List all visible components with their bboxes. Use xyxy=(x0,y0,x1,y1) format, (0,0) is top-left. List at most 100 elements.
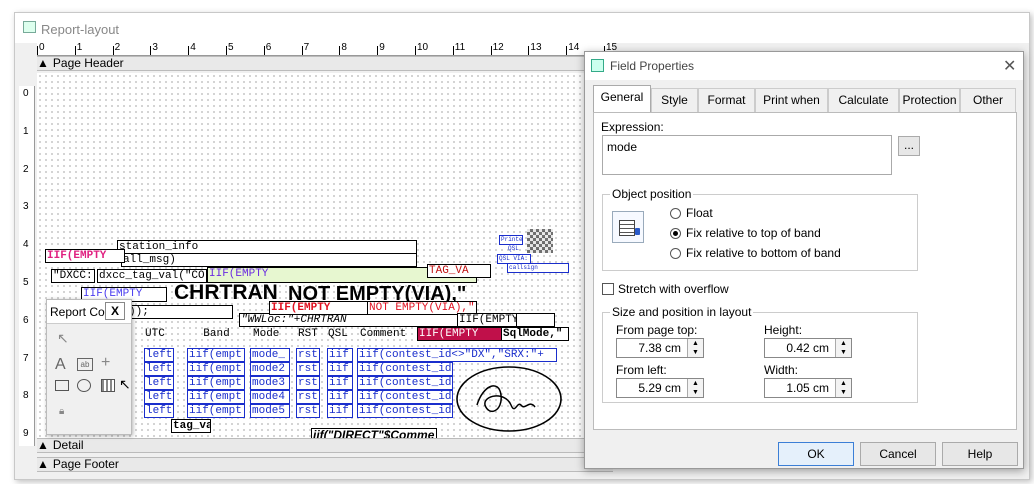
from-top-label: From page top: xyxy=(616,323,698,337)
line-tool-icon[interactable]: + xyxy=(101,354,110,372)
page-footer-band[interactable]: ▲ Page Footer xyxy=(37,457,613,472)
iif-empt-field[interactable]: iif(empt xyxy=(187,362,245,376)
tab-style[interactable]: Style xyxy=(651,88,698,112)
ruler-mark: 8 xyxy=(23,390,29,402)
col-rst[interactable]: RST xyxy=(297,328,325,343)
ruler-mark: 0 xyxy=(39,42,45,53)
float-radio[interactable] xyxy=(670,208,681,219)
expression-input[interactable]: mode xyxy=(602,135,892,175)
tab-protection[interactable]: Protection xyxy=(899,88,960,112)
left-field[interactable]: left( xyxy=(144,376,174,390)
iif-empt-field[interactable]: iif(empt xyxy=(187,404,245,418)
toolbox-titlebar[interactable]: Report Co X xyxy=(47,300,131,324)
left-field[interactable]: left( xyxy=(144,362,174,376)
rst-field[interactable]: rst xyxy=(296,362,320,376)
contest-field[interactable]: iif(contest_id xyxy=(357,376,453,390)
fix-top-radio[interactable] xyxy=(670,228,681,239)
mouse-cursor-icon: ↖ xyxy=(119,376,131,392)
iif-empty-red-field[interactable]: IIF(EMPTY xyxy=(269,301,369,315)
tab-format[interactable]: Format xyxy=(698,88,755,112)
iif-short-field[interactable]: iif xyxy=(327,404,353,418)
spinner-arrows-icon[interactable]: ▲ ▼ xyxy=(835,339,851,357)
pointer-tool-icon[interactable]: ↖ xyxy=(57,330,69,347)
station-info-field[interactable]: station_info xyxy=(117,240,417,254)
ruler-mark: 12 xyxy=(492,42,504,53)
mode-field[interactable]: mode3 xyxy=(250,376,290,390)
iif-empt-field[interactable]: iif(empt xyxy=(187,390,245,404)
mode-field[interactable]: mode5 xyxy=(250,404,290,418)
ruler-mark: 3 xyxy=(152,42,158,53)
iif-short-field[interactable]: iif xyxy=(327,376,353,390)
left-field[interactable]: left( xyxy=(144,348,174,362)
col-utc[interactable]: UTC xyxy=(144,328,180,343)
left-field[interactable]: left( xyxy=(144,390,174,404)
paren-tail-field[interactable]: )); xyxy=(127,305,233,319)
iif-short-field[interactable]: iif xyxy=(327,390,353,404)
spinner-arrows-icon[interactable]: ▲ ▼ xyxy=(687,339,703,357)
iif-short-field[interactable]: iif xyxy=(327,348,353,362)
tag-val-field[interactable]: tag_val xyxy=(171,419,211,433)
ruler-tick xyxy=(188,46,190,55)
contest-field[interactable]: iif(contest_id xyxy=(357,404,453,418)
height-spinner[interactable]: 0.42 cm ▲ ▼ xyxy=(764,338,852,358)
rst-field[interactable]: rst xyxy=(296,376,320,390)
height-value: 0.42 cm xyxy=(786,341,829,355)
toolbox-close-button[interactable]: X xyxy=(105,302,125,320)
col-qsl[interactable]: QSL xyxy=(327,328,355,343)
horizontal-ruler: 0 1 2 3 4 5 6 7 8 9 10 11 12 13 14 15 xyxy=(37,40,617,56)
rst-field[interactable]: rst xyxy=(296,390,320,404)
rounded-rect-tool-icon[interactable] xyxy=(77,379,91,392)
picture-tool-icon[interactable] xyxy=(101,379,115,392)
cancel-button[interactable]: Cancel xyxy=(860,442,936,466)
contest-field[interactable]: iif(contest_id xyxy=(357,362,453,376)
field-properties-dialog: Field Properties ✕ General Style Format Pri… xyxy=(584,51,1024,469)
spinner-arrows-icon[interactable]: ▲ ▼ xyxy=(687,379,703,397)
contest-field[interactable]: iif(contest_id xyxy=(357,390,453,404)
contest-field[interactable]: iif(contest_id<>"DX","SRX:"+ xyxy=(357,348,557,362)
col-mode[interactable]: Mode xyxy=(252,328,292,343)
help-button[interactable]: Help xyxy=(942,442,1018,466)
iif-empt-field[interactable]: iif(empt xyxy=(187,376,245,390)
width-spinner[interactable]: 1.05 cm ▲ ▼ xyxy=(764,378,852,398)
lock-icon[interactable]: 🔒︎ xyxy=(59,406,64,417)
mode-field[interactable]: mode_ xyxy=(250,348,290,362)
fix-bottom-radio[interactable] xyxy=(670,248,681,259)
from-top-spinner[interactable]: 7.38 cm ▲ ▼ xyxy=(616,338,704,358)
rst-field[interactable]: rst xyxy=(296,404,320,418)
sqlmode-field[interactable]: SqlMode," xyxy=(501,327,569,341)
expression-browse-button[interactable]: ... xyxy=(898,136,920,156)
spinner-arrows-icon[interactable]: ▲ ▼ xyxy=(835,379,851,397)
field-tool-icon[interactable]: ab xyxy=(77,358,93,371)
iif-short-field[interactable]: iif xyxy=(327,362,353,376)
signature-image[interactable] xyxy=(455,365,565,433)
left-field[interactable]: left( xyxy=(144,404,174,418)
col-comment[interactable]: Comment xyxy=(359,328,419,343)
iif-empty-label[interactable]: IIF(EMPTY xyxy=(45,249,125,263)
tab-other[interactable]: Other xyxy=(960,88,1016,112)
iif-empty-black-field[interactable]: IIF(EMPTY xyxy=(457,313,517,327)
window-title: Report-layout xyxy=(41,22,120,37)
callsign-field[interactable]: callsign xyxy=(507,263,569,273)
tab-general[interactable]: General xyxy=(593,85,651,112)
ok-button[interactable]: OK xyxy=(778,442,854,466)
qr-code-image[interactable] xyxy=(527,229,553,253)
rectangle-tool-icon[interactable] xyxy=(55,380,69,391)
tab-calculate[interactable]: Calculate xyxy=(828,88,899,112)
col-band[interactable]: Band xyxy=(187,328,245,343)
dxcc-value-field[interactable]: dxcc_tag_val("CO xyxy=(97,269,207,283)
from-left-spinner[interactable]: 5.29 cm ▲ ▼ xyxy=(616,378,704,398)
rst-field[interactable]: rst xyxy=(296,348,320,362)
label-tool-icon[interactable]: A xyxy=(55,356,66,374)
iif-empt-field[interactable]: iif(empt xyxy=(187,348,245,362)
close-icon[interactable]: ✕ xyxy=(1003,56,1016,76)
all-msg-field[interactable]: all_msg) xyxy=(121,253,417,267)
page-header-band[interactable]: ▲ Page Header xyxy=(37,56,613,71)
detail-band[interactable]: ▲ Detail xyxy=(37,438,613,453)
tag-val-top[interactable]: TAG_VA xyxy=(427,264,491,278)
qsl-printed-label[interactable]: Printed xyxy=(499,235,523,245)
dxcc-label[interactable]: "DXCC:" xyxy=(51,269,95,283)
mode-field[interactable]: mode4 xyxy=(250,390,290,404)
mode-field[interactable]: mode2 xyxy=(250,362,290,376)
stretch-checkbox[interactable] xyxy=(602,283,614,295)
tab-print-when[interactable]: Print when xyxy=(755,88,828,112)
